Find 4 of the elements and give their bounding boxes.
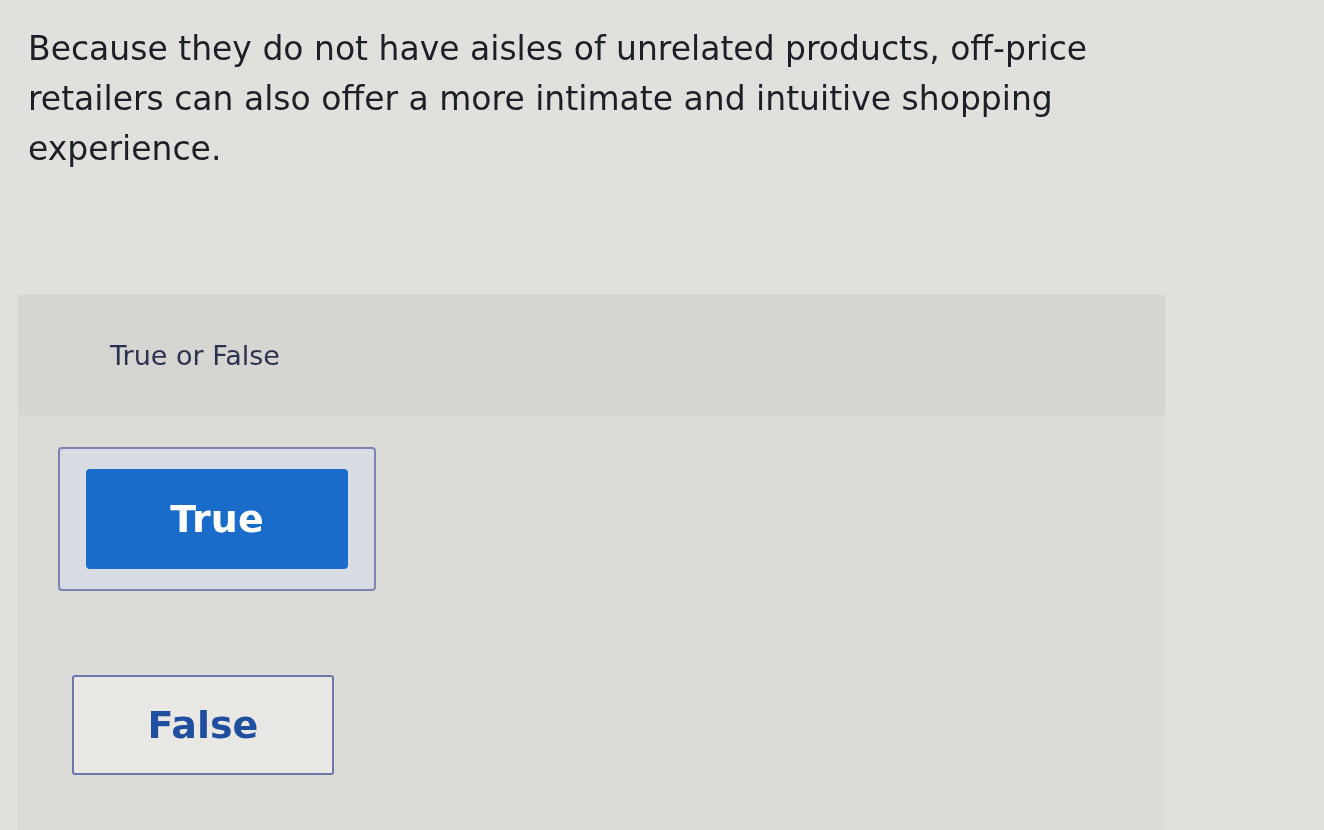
prompt-label: True or False xyxy=(110,339,280,371)
answer-option[interactable]: False xyxy=(72,675,334,775)
question-text: Because they do not have aisles of unrelated products, off-price retailers can also offer a more intimate and intuitive shopping experience. xyxy=(28,28,1089,170)
answer-option[interactable]: True xyxy=(58,447,376,591)
